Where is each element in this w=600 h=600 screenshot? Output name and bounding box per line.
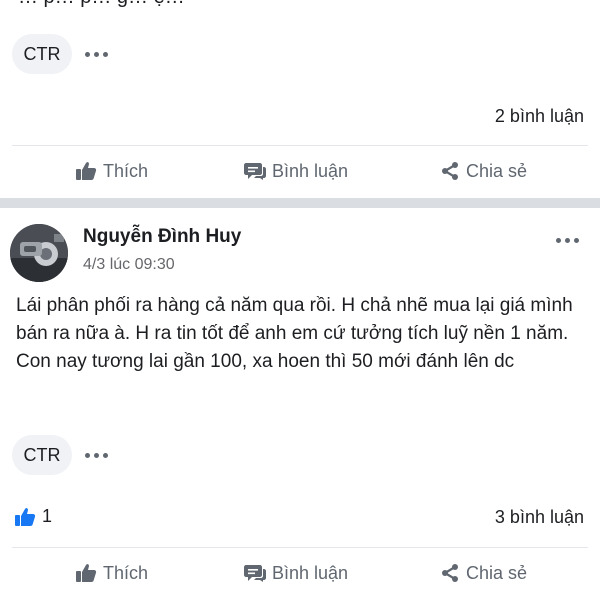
like-button[interactable]: Thích [75, 548, 148, 598]
post-timestamp[interactable]: 4/3 lúc 09:30 [83, 256, 175, 274]
post-card-2: Nguyễn Đình Huy 4/3 lúc 09:30 Lái phân p… [0, 208, 600, 600]
like-label: Thích [103, 160, 149, 181]
action-bar: Thích Bình luận Chia sẻ [0, 146, 600, 196]
thumbs-up-icon [76, 564, 97, 582]
comment-label: Bình luận [272, 160, 349, 181]
comment-bubble-icon [244, 163, 266, 180]
tag-pill[interactable]: CTR [12, 435, 72, 475]
reaction-summary[interactable]: 1 [14, 506, 52, 527]
avatar-image [10, 224, 68, 282]
share-label: Chia sẻ [466, 160, 528, 181]
more-dots-icon[interactable] [85, 445, 108, 465]
share-label: Chia sẻ [466, 562, 528, 583]
more-options-icon[interactable] [556, 230, 579, 250]
post-text-cut: … p… p… g… ệ… [18, 0, 185, 9]
comments-count[interactable]: 3 bình luận [495, 507, 584, 528]
comments-count[interactable]: 2 bình luận [495, 106, 584, 127]
feed-separator [0, 198, 600, 208]
like-count: 1 [42, 506, 53, 526]
comment-button[interactable]: Bình luận [244, 146, 348, 196]
feed: … p… p… g… ệ… CTR 2 bình luận Thích [0, 0, 600, 600]
tag-pill[interactable]: CTR [12, 34, 72, 74]
share-button[interactable]: Chia sẻ [440, 146, 527, 196]
post-text: Lái phân phối ra hàng cả năm qua rồi. H … [16, 295, 573, 372]
share-icon [442, 162, 458, 180]
share-icon [442, 564, 458, 582]
like-button[interactable]: Thích [75, 146, 148, 196]
thumbs-up-icon [15, 507, 36, 526]
comment-button[interactable]: Bình luận [244, 548, 348, 598]
share-button[interactable]: Chia sẻ [440, 548, 527, 598]
comment-bubble-icon [244, 565, 266, 582]
author-name[interactable]: Nguyễn Đình Huy [83, 226, 241, 248]
action-bar: Thích Bình luận Chia sẻ [0, 548, 600, 598]
like-label: Thích [103, 562, 149, 583]
avatar[interactable] [10, 224, 68, 282]
post-card-1: … p… p… g… ệ… CTR 2 bình luận Thích [0, 0, 600, 198]
thumbs-up-icon [76, 162, 97, 180]
more-dots-icon[interactable] [85, 44, 108, 64]
comment-label: Bình luận [272, 562, 349, 583]
